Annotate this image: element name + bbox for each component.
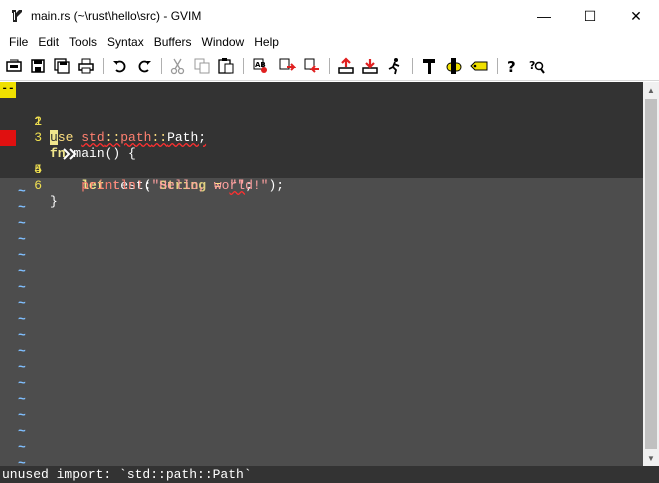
tilde-marker: ~ [18,392,26,407]
error-sign[interactable] [0,130,77,160]
toolbar-separator [412,58,413,74]
tilde-marker: ~ [18,344,26,359]
toolbar: AB ? ? [0,52,659,81]
toolbar-separator [161,58,162,74]
path-type: Path; [167,130,207,145]
string-literal: "Hello, world!" [151,178,269,193]
scroll-up-icon[interactable]: ▲ [643,82,659,98]
replace-icon[interactable]: AB [251,56,271,76]
tilde-marker: ~ [18,184,26,199]
tilde-marker: ~ [18,216,26,231]
print-icon[interactable] [76,56,96,76]
tilde-marker: ~ [18,360,26,375]
tags-icon[interactable] [469,56,489,76]
find-next-icon[interactable] [277,56,297,76]
toolbar-separator [497,58,498,74]
command-line-message: unused import: `std::path::Path` [0,466,659,483]
tilde-marker: ~ [18,248,26,263]
scroll-down-icon[interactable]: ▼ [643,450,659,466]
toolbar-separator [243,58,244,74]
svg-text:?: ? [507,58,516,75]
scrollbar-thumb[interactable] [645,99,657,449]
keyword-use: se [57,130,74,145]
path-std: std [81,130,105,145]
redo-icon[interactable] [134,56,154,76]
tilde-marker: ~ [18,440,26,455]
minimize-button[interactable]: — [521,0,567,32]
macro-println: println! [81,178,144,193]
text-cursor: u [50,130,58,145]
window-title: main.rs (~\rust\hello\src) - GVIM [31,9,202,23]
tilde-marker: ~ [18,424,26,439]
cut-icon[interactable] [168,56,188,76]
tilde-marker: ~ [18,200,26,215]
save-session-icon[interactable] [360,56,380,76]
copy-icon[interactable] [192,56,212,76]
code-line-5: 5 println!("Hello, world!"); [0,146,284,193]
gvim-window: main.rs (~\rust\hello\src) - GVIM — ☐ ✕ … [0,0,659,483]
menu-window[interactable]: Window [197,32,250,52]
tilde-marker: ~ [18,376,26,391]
menu-syntax[interactable]: Syntax [102,32,149,52]
menu-buffers[interactable]: Buffers [149,32,197,52]
find-prev-icon[interactable] [302,56,322,76]
toolbar-separator [103,58,104,74]
paste-icon[interactable] [216,56,236,76]
code-line-6: 6 } [0,162,58,209]
close-button[interactable]: ✕ [613,0,659,32]
tilde-marker: ~ [18,296,26,311]
warning-sign[interactable]: -- [0,82,16,98]
tilde-marker: ~ [18,312,26,327]
path-separator: :: [151,130,168,145]
code-line-2: 2 [0,98,47,129]
help-icon[interactable]: ? [502,56,522,76]
menu-bar: File Edit Tools Syntax Buffers Window He… [0,32,659,52]
code-text: } [50,194,58,209]
save-icon[interactable] [28,56,48,76]
tilde-marker: ~ [18,232,26,247]
menu-file[interactable]: File [4,32,33,52]
editor-area[interactable]: -- 1 use std::path::Path; 2 3 fn main() … [0,82,643,471]
run-script-icon[interactable] [385,56,405,76]
load-session-icon[interactable] [336,56,356,76]
code-line-3: 3 fn main() { [0,114,136,161]
code-line-4: 4 let test: String = ""; [0,130,253,193]
maximize-button[interactable]: ☐ [567,0,613,32]
code-text: println!("Hello, world!"); [50,178,284,194]
paren-close: ); [268,178,285,193]
tilde-marker: ~ [18,264,26,279]
path-module: path [120,130,152,145]
svg-text:?: ? [529,59,535,72]
toolbar-separator [329,58,330,74]
vim-app-icon [9,8,25,24]
tilde-marker: ~ [18,280,26,295]
code-line-1: -- 1 use std::path::Path; [0,82,643,145]
find-help-icon[interactable]: ? [527,56,547,76]
title-bar: main.rs (~\rust\hello\src) - GVIM — ☐ ✕ [0,0,659,32]
tilde-marker: ~ [18,328,26,343]
undo-icon[interactable] [110,56,130,76]
make-icon[interactable] [419,56,439,76]
tilde-marker: ~ [18,408,26,423]
save-all-icon[interactable] [52,56,72,76]
path-separator: :: [104,130,121,145]
menu-tools[interactable]: Tools [64,32,102,52]
open-icon[interactable] [4,56,24,76]
menu-edit[interactable]: Edit [33,32,64,52]
vertical-scrollbar[interactable]: ▲ ▼ [643,82,659,466]
code-text: use std::path::Path; [50,130,206,146]
shell-icon[interactable] [444,56,464,76]
menu-help[interactable]: Help [249,32,284,52]
